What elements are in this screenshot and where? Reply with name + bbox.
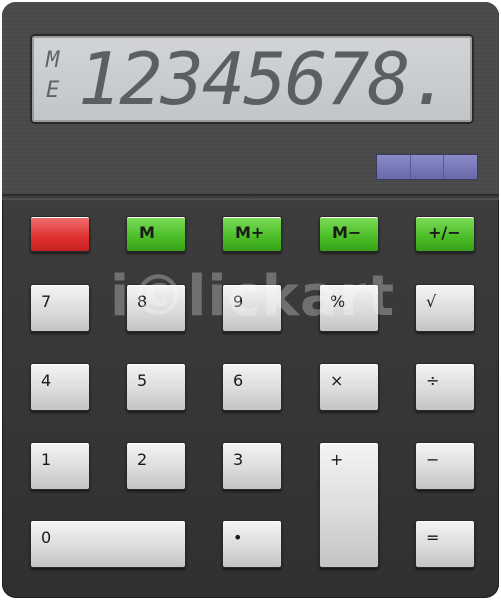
lcd-display: M E 12345678. (32, 36, 472, 122)
error-indicator: E (46, 78, 60, 103)
key-3[interactable]: 3 (222, 442, 282, 490)
lcd-digits: 12345678. (77, 37, 452, 121)
solar-cell (444, 155, 478, 179)
key-1[interactable]: 1 (30, 442, 90, 490)
key-6[interactable]: 6 (222, 363, 282, 411)
square-root-button[interactable]: √ (415, 284, 475, 332)
key-2[interactable]: 2 (126, 442, 186, 490)
solar-cell (377, 155, 411, 179)
solar-cell (410, 155, 445, 179)
key-7[interactable]: 7 (30, 284, 90, 332)
divide-button[interactable]: ÷ (415, 363, 475, 411)
multiply-button[interactable]: × (319, 363, 379, 411)
decimal-point-button[interactable]: • (222, 520, 282, 568)
minus-button[interactable]: − (415, 442, 475, 490)
plus-button[interactable]: + (319, 442, 379, 568)
key-9[interactable]: 9 (222, 284, 282, 332)
lcd-indicators: M E (46, 48, 68, 104)
key-8[interactable]: 8 (126, 284, 186, 332)
percent-button[interactable]: % (319, 284, 379, 332)
solar-panel (376, 154, 478, 180)
memory-plus-button[interactable]: M+ (222, 216, 282, 252)
panel-divider (2, 194, 499, 200)
key-0[interactable]: 0 (30, 520, 186, 568)
memory-recall-button[interactable]: M (126, 216, 186, 252)
plus-minus-button[interactable]: +/− (415, 216, 475, 252)
key-4[interactable]: 4 (30, 363, 90, 411)
clear-button[interactable] (30, 216, 90, 252)
calculator-body: M E 12345678. M M+ M− +/− 7 8 9 % √ 4 5 … (2, 2, 499, 598)
key-5[interactable]: 5 (126, 363, 186, 411)
equals-button[interactable]: = (415, 520, 475, 568)
memory-indicator: M (46, 48, 60, 73)
memory-minus-button[interactable]: M− (319, 216, 379, 252)
